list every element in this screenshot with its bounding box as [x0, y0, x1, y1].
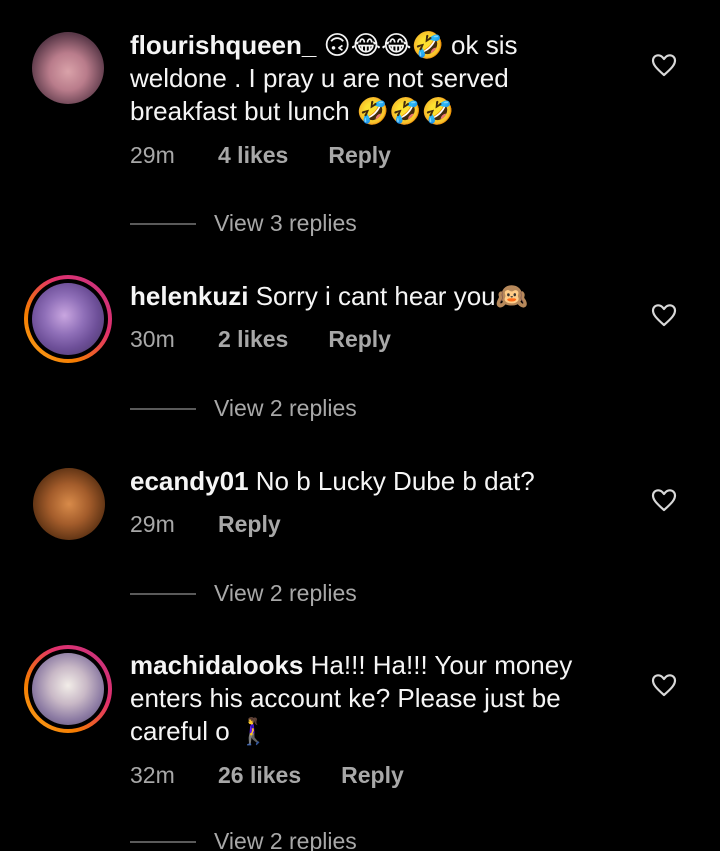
comment-time: 32m	[130, 762, 175, 788]
comment-meta: 29m Reply	[130, 511, 281, 538]
comment-body-line: weldone . I pray u are not served	[130, 63, 509, 93]
comment-likes[interactable]: 4 likes	[218, 142, 288, 169]
comment-meta: 29m 4 likes Reply	[130, 142, 391, 169]
view-replies-label: View 2 replies	[214, 580, 357, 606]
comment-text: helenkuzi Sorry i cant hear you🙉	[130, 280, 630, 313]
avatar[interactable]	[24, 275, 112, 363]
heart-outline-icon[interactable]	[651, 303, 677, 327]
comment-text: flourishqueen_ 🙃😂😂🤣 ok sis weldone . I p…	[130, 29, 630, 128]
divider-line	[130, 840, 196, 843]
avatar[interactable]	[32, 32, 104, 104]
comment-username[interactable]: flourishqueen_	[130, 30, 316, 60]
reply-button[interactable]: Reply	[328, 326, 391, 353]
comments-list: flourishqueen_ 🙃😂😂🤣 ok sis weldone . I p…	[0, 0, 720, 851]
comment-body-line: careful o 🚶‍♀️	[130, 716, 270, 746]
profile-photo-icon	[33, 468, 105, 540]
comment-time: 29m	[130, 511, 175, 537]
comment-time: 30m	[130, 326, 175, 352]
reply-button[interactable]: Reply	[328, 142, 391, 169]
view-replies-button[interactable]: View 2 replies	[130, 828, 357, 851]
heart-outline-icon[interactable]	[651, 673, 677, 697]
view-replies-label: View 2 replies	[214, 828, 357, 851]
comment-body-line: Ha!!! Ha!!! Your money	[310, 650, 573, 680]
comment-body-line: 🙃😂😂🤣 ok sis	[323, 30, 518, 60]
view-replies-button[interactable]: View 2 replies	[130, 580, 357, 607]
divider-line	[130, 592, 196, 595]
avatar[interactable]	[24, 645, 112, 733]
view-replies-label: View 2 replies	[214, 395, 357, 421]
profile-photo-icon	[32, 653, 104, 725]
comment-likes[interactable]: 26 likes	[218, 762, 301, 789]
heart-outline-icon[interactable]	[651, 53, 677, 77]
comment-body-line: enters his account ke? Please just be	[130, 683, 561, 713]
comment-likes[interactable]: 2 likes	[218, 326, 288, 353]
comment-body-line: No b Lucky Dube b dat?	[255, 466, 535, 496]
heart-outline-icon[interactable]	[651, 488, 677, 512]
comment-time: 29m	[130, 142, 175, 168]
divider-line	[130, 222, 196, 225]
profile-photo-icon	[32, 32, 104, 104]
comment-meta: 30m 2 likes Reply	[130, 326, 391, 353]
comment-text: machidalooks Ha!!! Ha!!! Your money ente…	[130, 649, 630, 748]
comment-body-line: Sorry i cant hear you🙉	[255, 281, 528, 311]
reply-button[interactable]: Reply	[218, 511, 281, 538]
profile-photo-icon	[32, 283, 104, 355]
comment-text: ecandy01 No b Lucky Dube b dat?	[130, 465, 630, 498]
divider-line	[130, 407, 196, 410]
view-replies-button[interactable]: View 2 replies	[130, 395, 357, 422]
comment-body-line: breakfast but lunch 🤣🤣🤣	[130, 96, 455, 126]
comment-username[interactable]: ecandy01	[130, 466, 249, 496]
view-replies-button[interactable]: View 3 replies	[130, 210, 357, 237]
avatar[interactable]	[33, 468, 105, 540]
comment-username[interactable]: helenkuzi	[130, 281, 248, 311]
comment-username[interactable]: machidalooks	[130, 650, 303, 680]
view-replies-label: View 3 replies	[214, 210, 357, 236]
comment-meta: 32m 26 likes Reply	[130, 762, 404, 789]
reply-button[interactable]: Reply	[341, 762, 404, 789]
